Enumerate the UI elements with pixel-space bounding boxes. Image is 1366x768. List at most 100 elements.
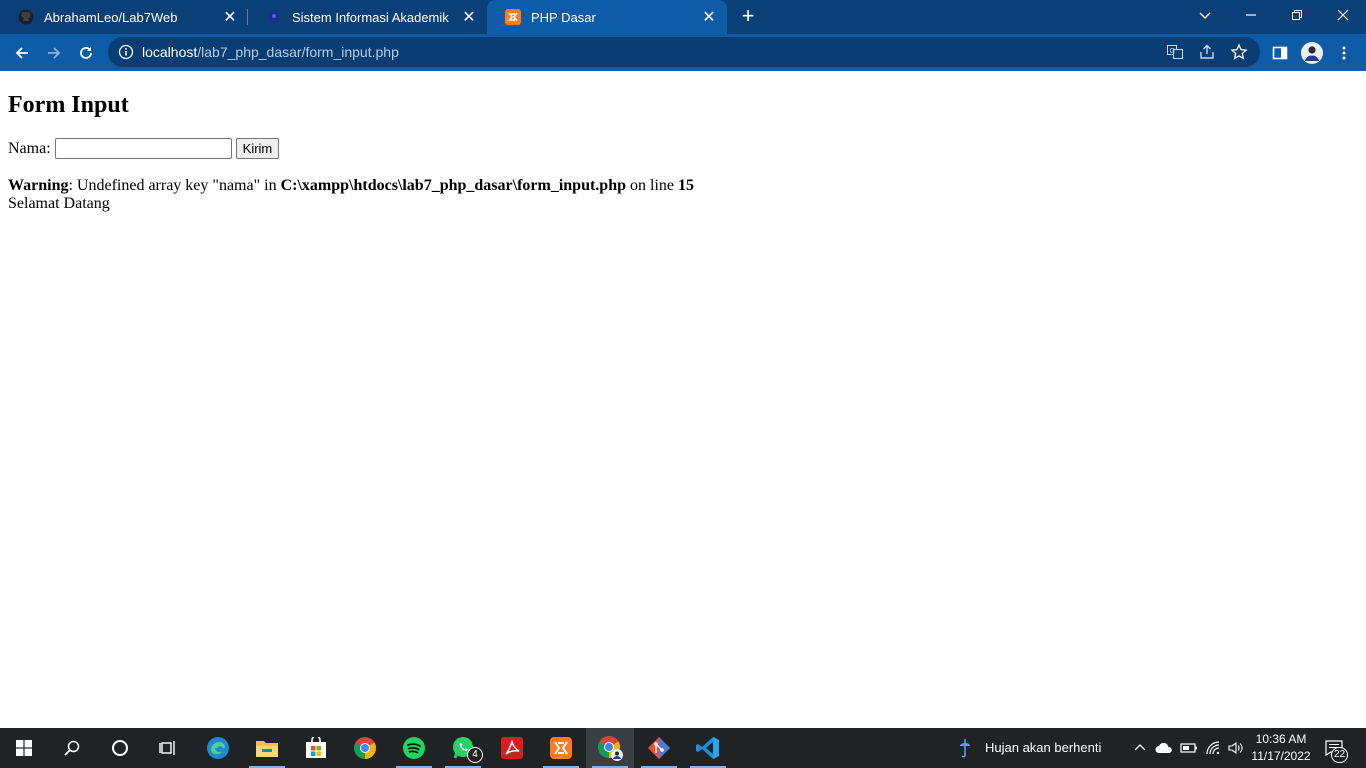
file-explorer-icon bbox=[256, 741, 278, 757]
nama-label: Nama: bbox=[8, 139, 51, 157]
new-tab-button[interactable]: + bbox=[736, 5, 760, 29]
cortana-button[interactable] bbox=[96, 728, 144, 768]
tab-sistem-informasi[interactable]: Sistem Informasi Akademik ✕ bbox=[248, 0, 487, 34]
acrobat-icon bbox=[501, 737, 523, 759]
warning-line-number: 15 bbox=[678, 177, 694, 194]
taskbar-chrome-profile[interactable] bbox=[586, 728, 634, 768]
menu-button[interactable] bbox=[1330, 39, 1358, 67]
search-button[interactable] bbox=[48, 728, 96, 768]
chrome-profile-icon bbox=[598, 736, 623, 761]
avatar bbox=[1301, 42, 1323, 64]
tab-title: Sistem Informasi Akademik bbox=[292, 9, 449, 25]
speaker-icon bbox=[1228, 741, 1243, 755]
clock-time: 10:36 AM bbox=[1255, 732, 1307, 746]
taskbar-spotify[interactable] bbox=[390, 728, 438, 768]
network-tray[interactable] bbox=[1203, 738, 1223, 758]
close-tab-icon[interactable]: ✕ bbox=[699, 7, 719, 27]
more-vert-icon bbox=[1342, 46, 1346, 60]
side-panel-icon bbox=[1272, 46, 1288, 60]
tab-php-dasar[interactable]: PHP Dasar ✕ bbox=[487, 0, 727, 34]
tab-title: AbrahamLeo/Lab7Web bbox=[44, 9, 178, 25]
weather-rain-icon[interactable] bbox=[958, 737, 972, 761]
xampp-icon bbox=[550, 737, 572, 759]
reload-button[interactable] bbox=[72, 39, 100, 67]
chevron-down-icon bbox=[1199, 12, 1211, 19]
cortana-icon bbox=[112, 740, 128, 756]
page-title: Form Input bbox=[8, 92, 129, 118]
warning-file: C:\xampp\htdocs\lab7_php_dasar\form_inpu… bbox=[280, 177, 626, 194]
close-icon bbox=[1337, 9, 1349, 21]
back-arrow-icon bbox=[15, 47, 28, 59]
close-tab-icon[interactable]: ✕ bbox=[220, 7, 240, 27]
close-tab-icon[interactable]: ✕ bbox=[459, 7, 479, 27]
xampp-icon bbox=[505, 9, 521, 25]
taskbar-file-explorer[interactable] bbox=[243, 728, 291, 768]
store-icon bbox=[306, 737, 326, 758]
taskbar-whatsapp[interactable]: 4 bbox=[439, 728, 487, 768]
search-icon bbox=[64, 740, 80, 756]
chrome-icon bbox=[354, 737, 376, 759]
tab-strip: AbrahamLeo/Lab7Web ✕ Sistem Informasi Ak… bbox=[0, 0, 1366, 34]
forward-button[interactable] bbox=[40, 39, 68, 67]
clock-date: 11/17/2022 bbox=[1251, 749, 1311, 763]
taskbar-xampp[interactable] bbox=[537, 728, 585, 768]
profile-button[interactable] bbox=[1298, 39, 1326, 67]
task-view-button[interactable] bbox=[144, 728, 192, 768]
minimize-button[interactable] bbox=[1228, 0, 1274, 30]
restore-icon bbox=[1292, 10, 1302, 20]
address-bar[interactable]: localhost/lab7_php_dasar/form_input.php … bbox=[108, 37, 1260, 67]
greeting-text: Selamat Datang bbox=[8, 195, 110, 212]
taskbar-vscode[interactable] bbox=[684, 728, 732, 768]
nama-form: Nama: Kirim bbox=[8, 138, 280, 159]
wifi-icon bbox=[1206, 741, 1220, 755]
onedrive-tray[interactable] bbox=[1154, 738, 1174, 758]
git-icon bbox=[648, 737, 670, 759]
task-view-icon bbox=[159, 741, 175, 755]
show-hidden-icons-button[interactable] bbox=[1130, 738, 1150, 758]
restore-button[interactable] bbox=[1274, 0, 1320, 30]
nama-input[interactable] bbox=[54, 138, 232, 159]
back-button[interactable] bbox=[8, 39, 36, 67]
minimize-icon bbox=[1246, 14, 1256, 16]
tab-title: PHP Dasar bbox=[531, 9, 596, 25]
close-window-button[interactable] bbox=[1320, 0, 1366, 30]
site-info-icon[interactable] bbox=[118, 44, 134, 60]
taskbar-acrobat[interactable] bbox=[488, 728, 536, 768]
bookmark-star-icon[interactable] bbox=[1230, 43, 1248, 61]
github-icon bbox=[18, 9, 34, 25]
start-button[interactable] bbox=[0, 728, 48, 768]
url-host: localhost bbox=[142, 44, 198, 60]
php-warning: Warning: Undefined array key "nama" in C… bbox=[8, 177, 694, 195]
battery-icon bbox=[1180, 743, 1197, 753]
side-panel-button[interactable] bbox=[1266, 39, 1294, 67]
forward-arrow-icon bbox=[48, 47, 61, 59]
reload-icon bbox=[80, 47, 92, 59]
tab-search-button[interactable] bbox=[1182, 0, 1228, 30]
notifications-badge: 22 bbox=[1331, 747, 1349, 763]
spotify-icon bbox=[403, 737, 425, 759]
onedrive-cloud-icon bbox=[1155, 742, 1172, 753]
translate-icon[interactable]: G bbox=[1166, 43, 1184, 61]
vscode-icon bbox=[696, 737, 719, 759]
volume-tray[interactable] bbox=[1226, 738, 1246, 758]
warning-label: Warning bbox=[8, 177, 69, 194]
battery-tray[interactable] bbox=[1179, 738, 1199, 758]
browser-toolbar: localhost/lab7_php_dasar/form_input.php … bbox=[0, 34, 1366, 71]
start-icon bbox=[16, 740, 32, 756]
svg-text:G: G bbox=[1170, 48, 1175, 55]
weather-text[interactable]: Hujan akan berhenti bbox=[985, 740, 1101, 755]
page-content: Form Input Nama: Kirim Warning: Undefine… bbox=[0, 71, 1366, 728]
share-icon[interactable] bbox=[1198, 43, 1216, 61]
whatsapp-badge: 4 bbox=[467, 747, 483, 763]
taskbar-git[interactable] bbox=[635, 728, 683, 768]
kirim-button[interactable]: Kirim bbox=[235, 138, 280, 159]
address-url: localhost/lab7_php_dasar/form_input.php bbox=[142, 44, 399, 60]
tab-github[interactable]: AbrahamLeo/Lab7Web ✕ bbox=[0, 0, 248, 34]
taskbar-store[interactable] bbox=[292, 728, 340, 768]
chevron-up-icon bbox=[1134, 744, 1146, 751]
clock[interactable]: 10:36 AM 11/17/2022 bbox=[1246, 731, 1316, 765]
taskbar-edge[interactable] bbox=[194, 728, 242, 768]
url-path: /lab7_php_dasar/form_input.php bbox=[197, 44, 399, 60]
warning-message: : Undefined array key "nama" in bbox=[68, 177, 281, 194]
taskbar-chrome[interactable] bbox=[341, 728, 389, 768]
